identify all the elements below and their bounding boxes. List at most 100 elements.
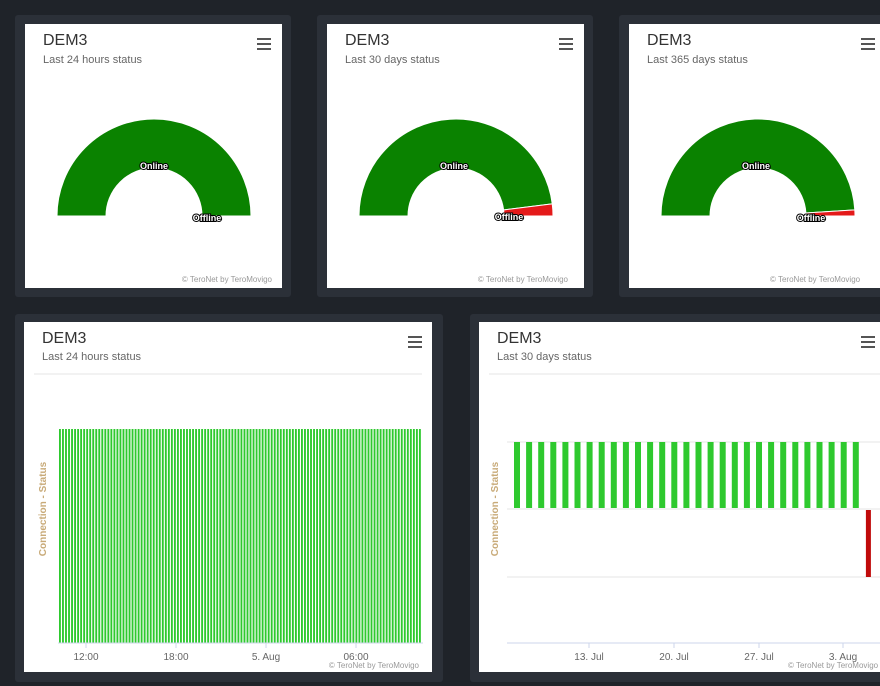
- online-bar: [412, 429, 415, 643]
- online-bar: [198, 429, 201, 643]
- bar-card-1: DEM3 Last 24 hours status Connection - S…: [24, 322, 432, 672]
- online-bar: [213, 429, 216, 643]
- chart-credits[interactable]: © TeroNet by TeroMovigo: [788, 661, 878, 670]
- online-bar: [137, 429, 140, 643]
- online-bar: [59, 429, 61, 643]
- online-bar: [86, 429, 89, 643]
- online-bar: [409, 429, 412, 643]
- online-bar: [155, 429, 158, 643]
- online-bar: [367, 429, 370, 643]
- online-bar: [71, 429, 73, 643]
- online-bar: [222, 429, 225, 643]
- gauge-offline-label: Offline: [495, 212, 524, 222]
- online-bar: [219, 429, 222, 643]
- offline-bar: [865, 510, 871, 577]
- online-bar: [331, 429, 334, 643]
- bar-chart-24h: Connection - Status 12:00 18:00 5. Aug 0…: [34, 373, 423, 663]
- online-bar: [340, 429, 343, 643]
- online-bar: [514, 442, 520, 508]
- online-bar: [840, 442, 847, 508]
- online-bar: [707, 442, 714, 508]
- online-bar: [526, 442, 533, 508]
- online-bar: [610, 442, 617, 508]
- online-bar: [297, 429, 300, 643]
- gauge-card-1: DEM3 Last 24 hours status Online Offline…: [25, 24, 282, 288]
- online-bar: [261, 429, 264, 643]
- online-bar: [77, 429, 80, 643]
- chart-credits[interactable]: © TeroNet by TeroMovigo: [182, 275, 272, 284]
- online-bar: [659, 442, 666, 508]
- online-bar: [322, 429, 325, 643]
- online-bar: [62, 429, 64, 643]
- online-bar: [313, 429, 315, 643]
- chart-credits[interactable]: © TeroNet by TeroMovigo: [770, 275, 860, 284]
- online-bar: [294, 429, 297, 643]
- online-bar: [228, 429, 231, 643]
- online-bar: [107, 429, 110, 643]
- card-subtitle: Last 365 days status: [647, 54, 748, 66]
- online-bar: [131, 429, 134, 643]
- online-bar: [180, 429, 182, 643]
- online-bar: [343, 429, 346, 643]
- hamburger-menu-icon[interactable]: [257, 38, 271, 50]
- online-bar: [385, 429, 388, 643]
- online-bar: [249, 429, 252, 643]
- online-bar: [255, 429, 258, 643]
- online-bar: [170, 429, 173, 643]
- online-bar: [373, 429, 376, 643]
- bar-card-2: DEM3 Last 30 days status Connection - St…: [479, 322, 880, 672]
- hamburger-menu-icon[interactable]: [559, 38, 573, 50]
- online-bar: [237, 429, 240, 643]
- online-bar: [201, 429, 204, 643]
- online-bar: [225, 429, 228, 643]
- online-bar: [586, 442, 593, 508]
- card-title: DEM3: [345, 32, 390, 49]
- online-bar: [304, 429, 306, 643]
- online-bar: [279, 429, 282, 643]
- chart-credits[interactable]: © TeroNet by TeroMovigo: [329, 661, 419, 670]
- online-bar: [134, 429, 137, 643]
- online-bar: [288, 429, 291, 643]
- online-bar: [74, 429, 77, 643]
- gauge-chart: Online Offline: [660, 118, 856, 224]
- online-bar: [346, 429, 349, 643]
- x-tick-label: 5. Aug: [252, 652, 280, 663]
- online-bar: [319, 429, 322, 643]
- online-bar: [370, 429, 373, 643]
- chart-credits[interactable]: © TeroNet by TeroMovigo: [478, 275, 568, 284]
- online-bar: [768, 442, 775, 508]
- x-tick-label: 13. Jul: [574, 652, 603, 663]
- online-bar: [164, 429, 167, 643]
- gauge-online-label: Online: [742, 161, 770, 171]
- online-bar: [282, 429, 285, 643]
- hamburger-menu-icon[interactable]: [861, 38, 875, 50]
- online-bar: [189, 429, 191, 643]
- online-bar: [252, 429, 255, 643]
- online-bar: [285, 429, 288, 643]
- online-bar: [355, 429, 358, 643]
- online-bar: [243, 429, 246, 643]
- online-bar: [122, 429, 125, 643]
- card-subtitle: Last 24 hours status: [43, 54, 143, 66]
- online-bar: [364, 429, 367, 643]
- online-bar: [195, 429, 198, 643]
- x-tick-label: 27. Jul: [744, 652, 773, 663]
- online-bar: [622, 442, 629, 508]
- gauge-online-label: Online: [140, 161, 168, 171]
- gauge-offline-label: Offline: [193, 213, 222, 223]
- online-bar: [176, 429, 179, 643]
- online-bar: [143, 429, 146, 643]
- bars-group: [59, 429, 421, 643]
- online-bar: [152, 429, 155, 643]
- online-bar: [216, 429, 219, 643]
- online-bar: [240, 429, 243, 643]
- online-bar: [550, 442, 557, 508]
- x-tick-label: 20. Jul: [659, 652, 688, 663]
- online-bar: [719, 442, 726, 508]
- online-bar: [149, 429, 152, 643]
- bar-chart-30d: Connection - Status 13. Jul 20. Jul 27. …: [489, 373, 880, 663]
- online-bar: [68, 429, 70, 643]
- online-bar: [852, 442, 859, 508]
- online-bar: [210, 429, 213, 643]
- online-bar: [816, 442, 823, 508]
